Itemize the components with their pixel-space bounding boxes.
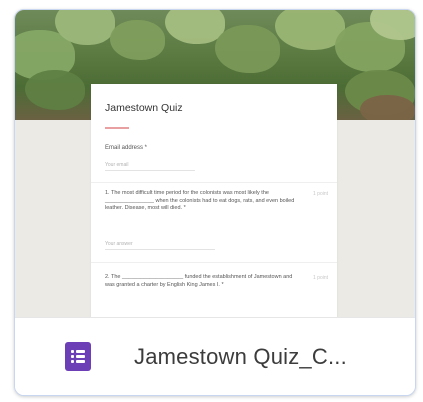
question-1-placeholder: Your answer bbox=[105, 241, 133, 247]
question-1-points: 1 point bbox=[313, 191, 329, 197]
section-divider bbox=[91, 262, 337, 263]
question-1-field-line bbox=[105, 249, 215, 250]
file-card[interactable]: Jamestown Quiz Email address * Your emai… bbox=[14, 9, 416, 396]
email-placeholder: Your email bbox=[105, 162, 129, 168]
form-title: Jamestown Quiz bbox=[105, 102, 183, 114]
google-forms-icon bbox=[65, 342, 91, 371]
question-2-text: 2. The ____________________ funded the e… bbox=[105, 274, 293, 288]
email-label: Email address * bbox=[105, 145, 148, 151]
question-2-points: 1 point bbox=[313, 275, 329, 281]
file-name[interactable]: Jamestown Quiz_C... bbox=[134, 344, 347, 370]
title-accent-line bbox=[105, 127, 129, 129]
form-preview-sheet: Jamestown Quiz Email address * Your emai… bbox=[91, 84, 337, 317]
email-field-line bbox=[105, 170, 195, 171]
question-1-text: 1. The most difficult time period for th… bbox=[105, 190, 295, 211]
section-divider bbox=[91, 182, 337, 183]
file-card-footer: Jamestown Quiz_C... bbox=[15, 317, 415, 395]
file-thumbnail: Jamestown Quiz Email address * Your emai… bbox=[15, 10, 415, 317]
